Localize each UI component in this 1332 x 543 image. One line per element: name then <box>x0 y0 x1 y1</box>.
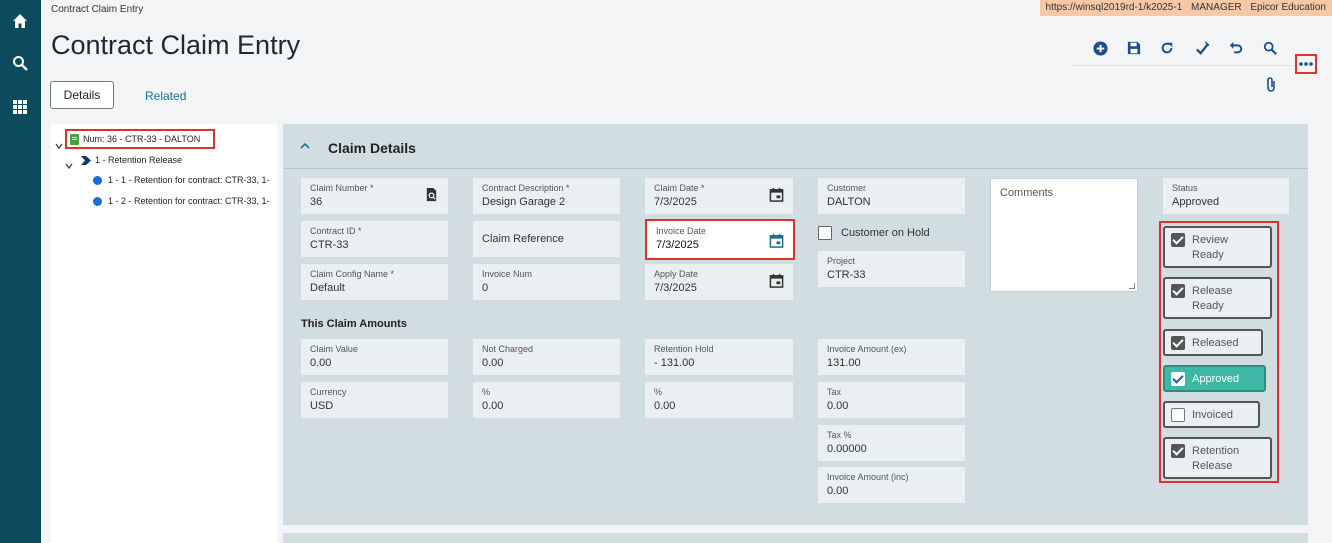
claim-reference-field[interactable]: Claim Reference <box>473 221 620 257</box>
tree-node-retention-release[interactable]: 1 - Retention Release <box>81 155 182 165</box>
amounts-section-title: This Claim Amounts <box>301 318 407 330</box>
currency-field[interactable]: Currency USD <box>301 382 448 418</box>
calendar-icon[interactable] <box>769 273 784 288</box>
checkbox-checked-icon <box>1171 233 1185 247</box>
checkbox-checked-icon <box>1171 336 1185 350</box>
chevron-down-icon[interactable] <box>65 157 73 170</box>
resize-handle-icon[interactable] <box>1129 283 1135 289</box>
checkbox-icon <box>818 226 832 240</box>
search-icon[interactable] <box>9 52 31 74</box>
retention-percent-field[interactable]: % 0.00 <box>645 382 793 418</box>
tree-leaf-label: 1 - 2 - Retention for contract: CTR-33, … <box>108 196 270 206</box>
claim-value-field[interactable]: Claim Value 0.00 <box>301 339 448 375</box>
claim-number-field[interactable]: Claim Number * 36 <box>301 178 448 214</box>
tax-field[interactable]: Tax 0.00 <box>818 382 965 418</box>
review-ready-toggle[interactable]: Review Ready <box>1163 226 1272 268</box>
search-icon[interactable] <box>1260 38 1280 58</box>
claim-date-field[interactable]: Claim Date * 7/3/2025 <box>645 178 793 214</box>
panel-header[interactable]: Claim Details <box>283 124 1308 169</box>
tab-related[interactable]: Related <box>145 89 186 103</box>
env-company: Epicor Education <box>1250 2 1326 13</box>
checkbox-checked-icon <box>1171 444 1185 458</box>
contract-id-field[interactable]: Contract ID * CTR-33 <box>301 221 448 257</box>
customer-on-hold-label: Customer on Hold <box>841 227 930 239</box>
apply-date-field[interactable]: Apply Date 7/3/2025 <box>645 264 793 300</box>
tree-root-label: Num: 36 - CTR-33 - DALTON <box>83 134 201 144</box>
not-charged-percent-field[interactable]: % 0.00 <box>473 382 620 418</box>
left-nav <box>0 0 41 543</box>
tree-panel: Num: 36 - CTR-33 - DALTON 1 - Retention … <box>51 124 277 543</box>
breadcrumb: Contract Claim Entry <box>51 4 144 15</box>
invoice-num-field[interactable]: Invoice Num 0 <box>473 264 620 300</box>
comments-textarea[interactable]: Comments <box>990 178 1138 292</box>
undo-icon[interactable] <box>1226 38 1246 58</box>
chevron-down-icon[interactable] <box>55 137 63 150</box>
project-field[interactable]: Project CTR-33 <box>818 251 965 287</box>
refresh-icon[interactable] <box>1157 38 1177 58</box>
book-icon <box>70 133 79 145</box>
release-ready-toggle[interactable]: Release Ready <box>1163 277 1272 319</box>
retention-release-toggle[interactable]: Retention Release <box>1163 437 1272 479</box>
tree-root-node[interactable]: Num: 36 - CTR-33 - DALTON <box>65 129 215 149</box>
lookup-icon[interactable] <box>424 187 439 202</box>
customer-field[interactable]: Customer DALTON <box>818 178 965 214</box>
checkbox-checked-icon <box>1171 372 1185 386</box>
tax-percent-field[interactable]: Tax % 0.00000 <box>818 425 965 461</box>
apps-grid-icon[interactable] <box>9 96 31 118</box>
tree-leaf-item[interactable]: 1 - 2 - Retention for contract: CTR-33, … <box>93 196 270 206</box>
hexagon-icon <box>93 196 102 206</box>
invoice-amount-ex-field[interactable]: Invoice Amount (ex) 131.00 <box>818 339 965 375</box>
env-user: MANAGER <box>1191 2 1242 13</box>
toolbar <box>1086 38 1286 58</box>
claim-config-name-field[interactable]: Claim Config Name * Default <box>301 264 448 300</box>
checkbox-empty-icon <box>1171 408 1185 422</box>
calendar-icon[interactable] <box>769 187 784 202</box>
next-panel <box>283 533 1308 543</box>
save-icon[interactable] <box>1124 38 1144 58</box>
home-icon[interactable] <box>9 10 31 32</box>
tree-node-label: 1 - Retention Release <box>95 155 183 165</box>
add-new-icon[interactable] <box>1090 38 1110 58</box>
more-options-button[interactable] <box>1295 54 1317 74</box>
contract-description-field[interactable]: Contract Description * Design Garage 2 <box>473 178 620 214</box>
arrow-right-icon <box>81 155 91 165</box>
checkbox-checked-icon <box>1171 284 1185 298</box>
environment-bar: https://winsql2019rd-1/k2025-1 MANAGER E… <box>1039 0 1332 16</box>
approved-toggle[interactable]: Approved <box>1163 365 1266 392</box>
released-toggle[interactable]: Released <box>1163 329 1263 356</box>
calendar-icon[interactable] <box>769 233 784 248</box>
tree-leaf-label: 1 - 1 - Retention for contract: CTR-33, … <box>108 175 270 185</box>
page-title: Contract Claim Entry <box>51 30 301 60</box>
not-charged-field[interactable]: Not Charged 0.00 <box>473 339 620 375</box>
ellipsis-icon <box>1299 62 1313 66</box>
invoiced-toggle[interactable]: Invoiced <box>1163 401 1260 428</box>
invoice-amount-inc-field[interactable]: Invoice Amount (inc) 0.00 <box>818 467 965 503</box>
hexagon-icon <box>93 175 102 185</box>
customer-on-hold-checkbox[interactable]: Customer on Hold <box>818 226 930 240</box>
comments-placeholder: Comments <box>1000 187 1054 199</box>
attachment-icon[interactable] <box>1264 76 1278 94</box>
toolbar-divider <box>1072 65 1296 66</box>
retention-hold-field[interactable]: Retention Hold - 131.00 <box>645 339 793 375</box>
panel-title: Claim Details <box>328 140 416 156</box>
clear-icon[interactable] <box>1192 38 1212 58</box>
env-url: https://winsql2019rd-1/k2025-1 <box>1045 2 1183 13</box>
tab-details[interactable]: Details <box>50 81 114 109</box>
invoice-date-field[interactable]: Invoice Date 7/3/2025 <box>645 219 795 260</box>
tree-leaf-item[interactable]: 1 - 1 - Retention for contract: CTR-33, … <box>93 175 270 185</box>
chevron-up-icon[interactable] <box>300 142 310 150</box>
status-field: Status Approved <box>1163 178 1289 214</box>
